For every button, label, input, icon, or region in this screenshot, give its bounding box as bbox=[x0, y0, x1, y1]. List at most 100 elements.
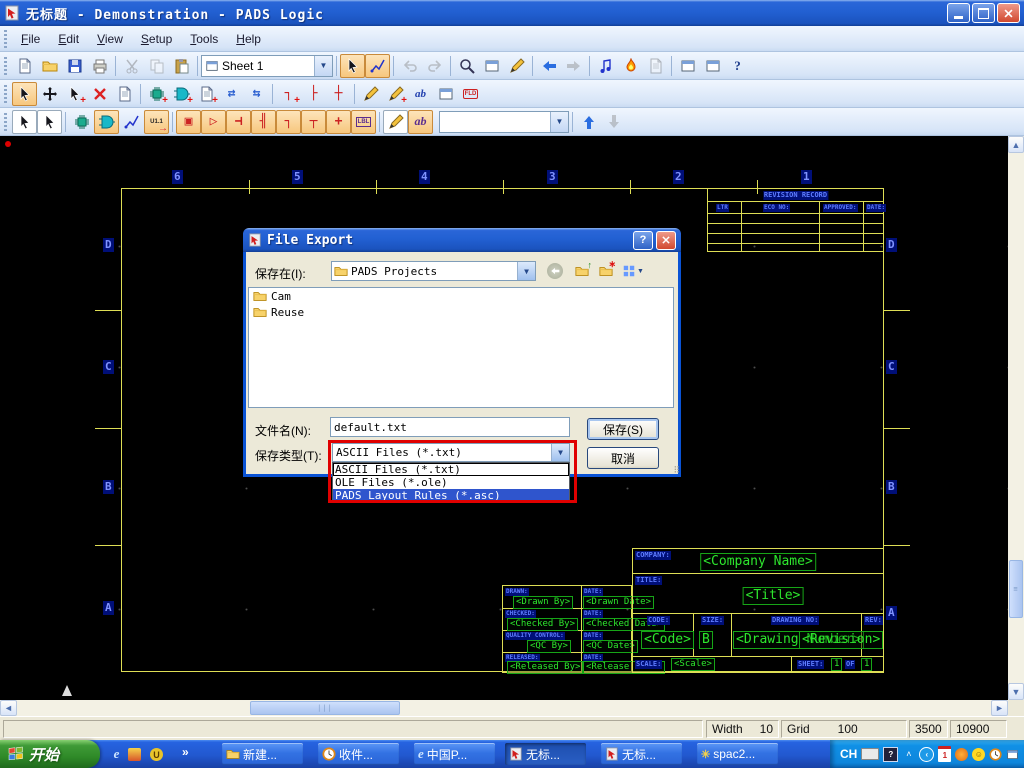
sheet-selector[interactable]: Sheet 1 ▼ bbox=[201, 55, 333, 77]
open-button[interactable] bbox=[37, 54, 62, 78]
chevron-down-icon[interactable]: ▼ bbox=[517, 262, 535, 280]
gate-tool-button[interactable] bbox=[94, 110, 119, 134]
scroll-left-button[interactable]: ◄ bbox=[0, 700, 17, 716]
restore-button[interactable] bbox=[972, 3, 995, 23]
paste-button[interactable] bbox=[169, 54, 194, 78]
taskbar-task[interactable]: 收件... bbox=[318, 743, 399, 765]
menu-tools[interactable]: Tools bbox=[181, 29, 227, 49]
pin-tool-button[interactable]: ⊣ bbox=[226, 110, 251, 134]
signal-tool-button[interactable] bbox=[383, 110, 408, 134]
duplicate-button[interactable]: + bbox=[62, 82, 87, 106]
up-one-level-button[interactable]: ↑ bbox=[571, 261, 593, 281]
menu-setup[interactable]: Setup bbox=[132, 29, 181, 49]
part-tool-button[interactable] bbox=[69, 110, 94, 134]
junction-tool-button[interactable]: + bbox=[326, 110, 351, 134]
chevron-down-icon[interactable]: ▼ bbox=[551, 444, 569, 461]
select-button[interactable] bbox=[12, 82, 37, 106]
menu-file[interactable]: File bbox=[12, 29, 49, 49]
chevron-down-icon[interactable]: ▼ bbox=[314, 56, 332, 76]
scroll-right-button[interactable]: ► bbox=[991, 700, 1008, 716]
file-name-input[interactable] bbox=[330, 417, 570, 437]
help-badge-icon[interactable]: ? bbox=[883, 747, 898, 762]
properties-button[interactable] bbox=[112, 82, 137, 106]
print-button[interactable] bbox=[87, 54, 112, 78]
file-list[interactable]: Cam Reuse bbox=[248, 287, 674, 408]
bus-tool-button[interactable]: ╢ bbox=[251, 110, 276, 134]
new-folder-button[interactable]: ∗ bbox=[595, 261, 617, 281]
rename-button[interactable]: + bbox=[383, 82, 408, 106]
toolbar-grip[interactable] bbox=[4, 30, 7, 48]
dialog-cancel-button[interactable]: 取消 bbox=[587, 447, 659, 469]
dropdown-option[interactable]: ASCII Files (*.txt) bbox=[333, 463, 569, 476]
save-in-combo[interactable]: PADS Projects ▼ bbox=[331, 261, 536, 281]
resize-grip[interactable]: ⠿ bbox=[673, 466, 679, 476]
edit-signal-button[interactable] bbox=[358, 82, 383, 106]
minimize-button[interactable] bbox=[947, 3, 970, 23]
label-tool-button[interactable]: LBL bbox=[351, 110, 376, 134]
smiley-icon[interactable]: ☺ bbox=[972, 748, 985, 761]
scroll-up-button[interactable]: ▲ bbox=[1008, 136, 1024, 153]
stub-delete-button[interactable]: ┼ bbox=[326, 82, 351, 106]
keyboard-icon[interactable] bbox=[861, 748, 879, 760]
toolbar-grip[interactable] bbox=[4, 113, 7, 131]
copy-button[interactable] bbox=[144, 54, 169, 78]
pour-manager-button[interactable] bbox=[675, 54, 700, 78]
folder-item[interactable]: Reuse bbox=[249, 304, 673, 320]
network-icon[interactable] bbox=[1006, 748, 1019, 761]
quick-launch-media-icon[interactable] bbox=[128, 748, 141, 761]
cut-button[interactable] bbox=[119, 54, 144, 78]
next-view-button[interactable] bbox=[561, 54, 586, 78]
start-button[interactable]: 开始 bbox=[0, 740, 100, 768]
hide-icons-arrow-icon[interactable]: ˄ bbox=[902, 748, 915, 761]
delete-button[interactable] bbox=[87, 82, 112, 106]
move-down-button[interactable] bbox=[601, 110, 626, 134]
ball-icon[interactable] bbox=[955, 748, 968, 761]
chevron-down-icon[interactable]: ▼ bbox=[550, 112, 568, 132]
back-button[interactable] bbox=[544, 261, 566, 281]
library-button[interactable] bbox=[433, 82, 458, 106]
ime-indicator[interactable]: CH bbox=[840, 747, 857, 761]
offpage-symbol-button[interactable]: ▷ bbox=[201, 110, 226, 134]
dialog-save-button[interactable]: 保存(S) bbox=[587, 418, 659, 440]
dialog-close-button[interactable] bbox=[656, 231, 676, 250]
move-button[interactable] bbox=[37, 82, 62, 106]
taskbar-task[interactable]: 无标... bbox=[601, 743, 682, 765]
menu-edit[interactable]: Edit bbox=[49, 29, 88, 49]
add-part-button[interactable]: + bbox=[144, 82, 169, 106]
new-button[interactable] bbox=[12, 54, 37, 78]
stub-move-button[interactable]: ├ bbox=[301, 82, 326, 106]
quick-launch-ie-icon[interactable]: e bbox=[108, 745, 125, 762]
stub-add-button[interactable]: ┐+ bbox=[276, 82, 301, 106]
hierarchy-part-button[interactable]: ▣ bbox=[176, 110, 201, 134]
swap-gates-button[interactable]: ⇄ bbox=[219, 82, 244, 106]
scroll-down-button[interactable]: ▼ bbox=[1008, 683, 1024, 700]
text-tool-button[interactable]: ab bbox=[408, 110, 433, 134]
file-type-combo[interactable]: ASCII Files (*.txt) ▼ bbox=[332, 443, 570, 462]
vertical-scrollbar[interactable]: ▲ ≡ ▼ bbox=[1008, 136, 1024, 700]
horizontal-scrollbar[interactable]: ◄ ||| ► bbox=[0, 700, 1008, 716]
view-full-button[interactable] bbox=[479, 54, 504, 78]
taskbar-task[interactable]: 新建... bbox=[222, 743, 303, 765]
taskbar-task[interactable]: e 中国P... bbox=[414, 743, 495, 765]
menu-view[interactable]: View bbox=[88, 29, 132, 49]
calendar-icon[interactable]: 1 bbox=[938, 746, 951, 762]
quick-launch-chevron-icon[interactable]: » bbox=[182, 745, 189, 759]
horizontal-scroll-thumb[interactable]: ||| bbox=[250, 701, 400, 715]
toolbar-grip[interactable] bbox=[4, 85, 7, 103]
net-name-combo[interactable]: ▼ bbox=[439, 111, 569, 133]
error-markers-button[interactable] bbox=[618, 54, 643, 78]
redo-button[interactable] bbox=[422, 54, 447, 78]
view-menu-button[interactable]: ▼ bbox=[619, 261, 647, 281]
filter-nets-button[interactable] bbox=[12, 110, 37, 134]
update-fields-button[interactable]: FLD bbox=[458, 82, 483, 106]
swap-pins-button[interactable]: ⇆ bbox=[244, 82, 269, 106]
dialog-help-button[interactable]: ? bbox=[633, 231, 653, 250]
undo-button[interactable] bbox=[397, 54, 422, 78]
corner-tool-button[interactable]: ┐ bbox=[276, 110, 301, 134]
vertical-scroll-thumb[interactable]: ≡ bbox=[1009, 560, 1023, 618]
save-button[interactable] bbox=[62, 54, 87, 78]
taskbar-task[interactable]: ✳ spac2... bbox=[697, 743, 778, 765]
add-sheet-button[interactable]: + bbox=[194, 82, 219, 106]
modeless-commands-button[interactable] bbox=[593, 54, 618, 78]
menu-help[interactable]: Help bbox=[227, 29, 270, 49]
